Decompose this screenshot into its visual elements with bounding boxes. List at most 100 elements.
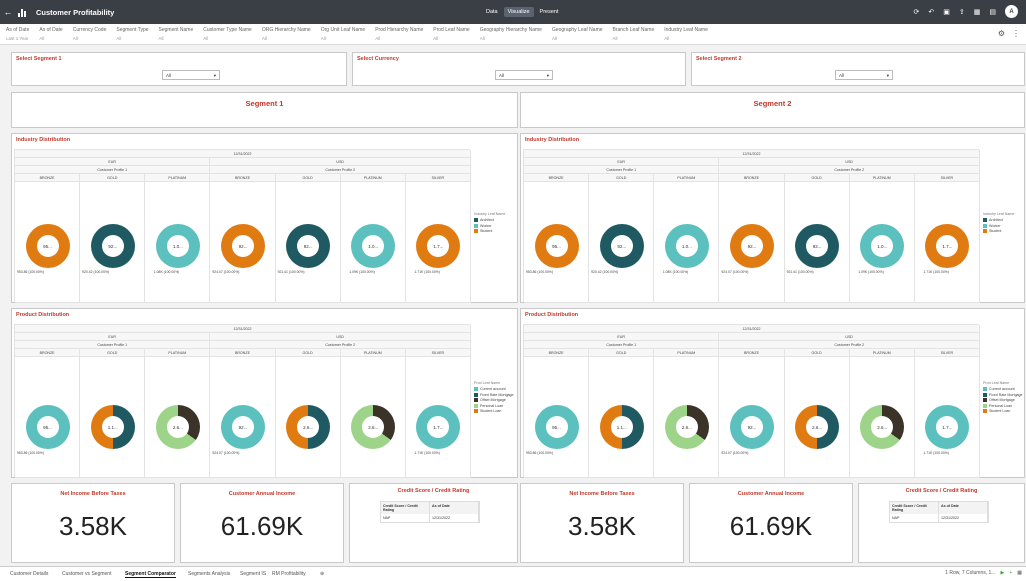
industry-donut[interactable]: 1.0... (664, 224, 709, 268)
filter-item[interactable]: Geography Leaf Name All (546, 24, 607, 44)
product-donut[interactable]: 95... (534, 405, 579, 449)
sheet-tab[interactable]: Customer Details (10, 571, 48, 577)
donut-center-label: 92... (610, 235, 633, 257)
legend-item[interactable]: Student Loan (983, 409, 1023, 413)
filter-item[interactable]: As of Date Last 1 Year (0, 24, 33, 44)
legend-label: Offset Mortgage (989, 398, 1015, 402)
legend-title: Prod Leaf Name (474, 381, 501, 385)
filter-item[interactable]: Industry Leaf Name All (658, 24, 712, 44)
product-donut[interactable]: 2.6... (286, 405, 331, 449)
more-vertical-icon[interactable]: ⋮ (1012, 29, 1020, 38)
filter-item[interactable]: Customer Type Name All (197, 24, 256, 44)
legend-item[interactable]: Architect (983, 218, 1014, 222)
currency-dropdown[interactable]: All ▾ (495, 70, 553, 80)
grid-icon[interactable]: ▦ (974, 8, 981, 16)
industry-donut[interactable]: 92... (220, 224, 265, 268)
grid-view-icon[interactable]: ▦ (1017, 570, 1022, 576)
legend-item[interactable]: Student (983, 229, 1014, 233)
undo-icon[interactable]: ↶ (928, 8, 934, 16)
chart-legend: Industry Leaf Name Architect Worker Student (474, 212, 505, 235)
industry-donut[interactable]: 92... (90, 224, 135, 268)
legend-item[interactable]: Current account (474, 387, 514, 391)
product-donut[interactable]: 2.6... (664, 405, 709, 449)
industry-donut[interactable]: 92... (729, 224, 774, 268)
product-donut[interactable]: 95... (25, 405, 70, 449)
filter-item[interactable]: Currency Code All (67, 24, 111, 44)
mode-present[interactable]: Present (536, 7, 563, 17)
industry-donut[interactable]: 92... (599, 224, 644, 268)
product-donut[interactable]: 2.6... (795, 405, 840, 449)
legend-item[interactable]: Offset Mortgage (983, 398, 1023, 402)
legend-item[interactable]: Current account (983, 387, 1023, 391)
legend-item[interactable]: Student Loan (474, 409, 514, 413)
sheet-tab[interactable]: Customer vs Segment (62, 571, 111, 577)
product-donut[interactable]: 1.1... (599, 405, 644, 449)
add-icon[interactable]: + (1009, 570, 1012, 576)
legend-item[interactable]: Personal Loan (474, 403, 514, 408)
legend-item[interactable]: Worker (983, 223, 1014, 228)
user-avatar[interactable]: A (1005, 5, 1018, 18)
donut-value-label: 921.41 (100.00%) (786, 270, 814, 274)
legend-item[interactable]: Worker (474, 223, 505, 228)
industry-donut[interactable]: 92... (286, 224, 331, 268)
product-donut[interactable]: 92... (220, 405, 265, 449)
back-arrow-icon[interactable]: ← (0, 7, 16, 17)
legend-label: Worker (989, 223, 1001, 228)
filter-item[interactable]: As of Date All (33, 24, 66, 44)
segment-2-dropdown[interactable]: All ▾ (835, 70, 893, 80)
sheet-tab[interactable]: RM Profitability (272, 571, 306, 577)
industry-donut[interactable]: 1.0... (860, 224, 905, 268)
industry-donut[interactable]: 1.7... (925, 224, 970, 268)
product-donut[interactable]: 1.7... (416, 405, 461, 449)
filter-item[interactable]: Prod Leaf Name All (427, 24, 473, 44)
settings-icon[interactable]: ⚙ (998, 29, 1005, 38)
filter-item[interactable]: Geography Hierarchy Name All (474, 24, 546, 44)
donut-value-label: 1.71K (100.00%) (414, 451, 440, 455)
app-root: ← Customer Profitability Data Visualize … (0, 0, 1026, 581)
refresh-icon[interactable]: ⟳ (914, 8, 920, 16)
industry-donut[interactable]: 92... (795, 224, 840, 268)
product-donut[interactable]: 92... (729, 405, 774, 449)
industry-donut[interactable]: 1.7... (416, 224, 461, 268)
sheet-tab[interactable]: Segment Comparator (125, 571, 176, 578)
filter-label: Prod Leaf Name (433, 27, 470, 33)
filter-label: As of Date (6, 27, 30, 33)
mode-visualize[interactable]: Visualize (503, 7, 534, 17)
filter-item[interactable]: Prod Hierarchy Name All (369, 24, 427, 44)
filter-item[interactable]: Segment Name All (153, 24, 198, 44)
legend-item[interactable]: Architect (474, 218, 505, 222)
table-header-row: Credit Score / Credit Rating As of Date (890, 502, 988, 514)
product-donut[interactable]: 1.1... (90, 405, 135, 449)
sheet-tab[interactable]: Segment IS (240, 571, 266, 577)
industry-donut[interactable]: 1.0... (351, 224, 396, 268)
mode-data[interactable]: Data (482, 7, 502, 17)
product-donut[interactable]: 1.7... (925, 405, 970, 449)
industry-donut[interactable]: 1.0... (155, 224, 200, 268)
mode-switcher: Data Visualize Present (482, 7, 563, 17)
more-icon[interactable]: ▤ (989, 8, 996, 16)
share-icon[interactable]: ⇪ (959, 8, 965, 16)
legend-item[interactable]: Fixed Rate Mortgage (983, 392, 1023, 397)
legend-item[interactable]: Offset Mortgage (474, 398, 514, 402)
legend-item[interactable]: Student (474, 229, 505, 233)
save-icon[interactable]: ▣ (943, 8, 950, 16)
legend-item[interactable]: Personal Loan (983, 403, 1023, 408)
filter-item[interactable]: Branch Leaf Name All (607, 24, 659, 44)
product-donut[interactable]: 2.6... (351, 405, 396, 449)
product-donut[interactable]: 2.6... (860, 405, 905, 449)
tier-header: BRONZE (524, 349, 590, 357)
add-sheet-icon[interactable]: ⊕ (320, 571, 324, 577)
segment-1-dropdown[interactable]: All ▾ (162, 70, 220, 80)
legend-swatch (474, 229, 478, 233)
industry-donut[interactable]: 95... (25, 224, 70, 268)
play-icon[interactable]: ▶ (1000, 570, 1004, 576)
sheet-tab[interactable]: Segments Analysis (188, 571, 230, 577)
chart-cell: 1.0... 1.09K (100.00%) (340, 182, 406, 303)
filter-item[interactable]: Segment Type All (110, 24, 152, 44)
industry-donut[interactable]: 95... (534, 224, 579, 268)
filter-item[interactable]: ORG Hierarchy Name All (256, 24, 315, 44)
filter-item[interactable]: Org Unit Leaf Name All (315, 24, 369, 44)
product-donut[interactable]: 2.6... (155, 405, 200, 449)
legend-item[interactable]: Fixed Rate Mortgage (474, 392, 514, 397)
selector-segment-2: Select Segment 2 All ▾ (691, 52, 1025, 86)
